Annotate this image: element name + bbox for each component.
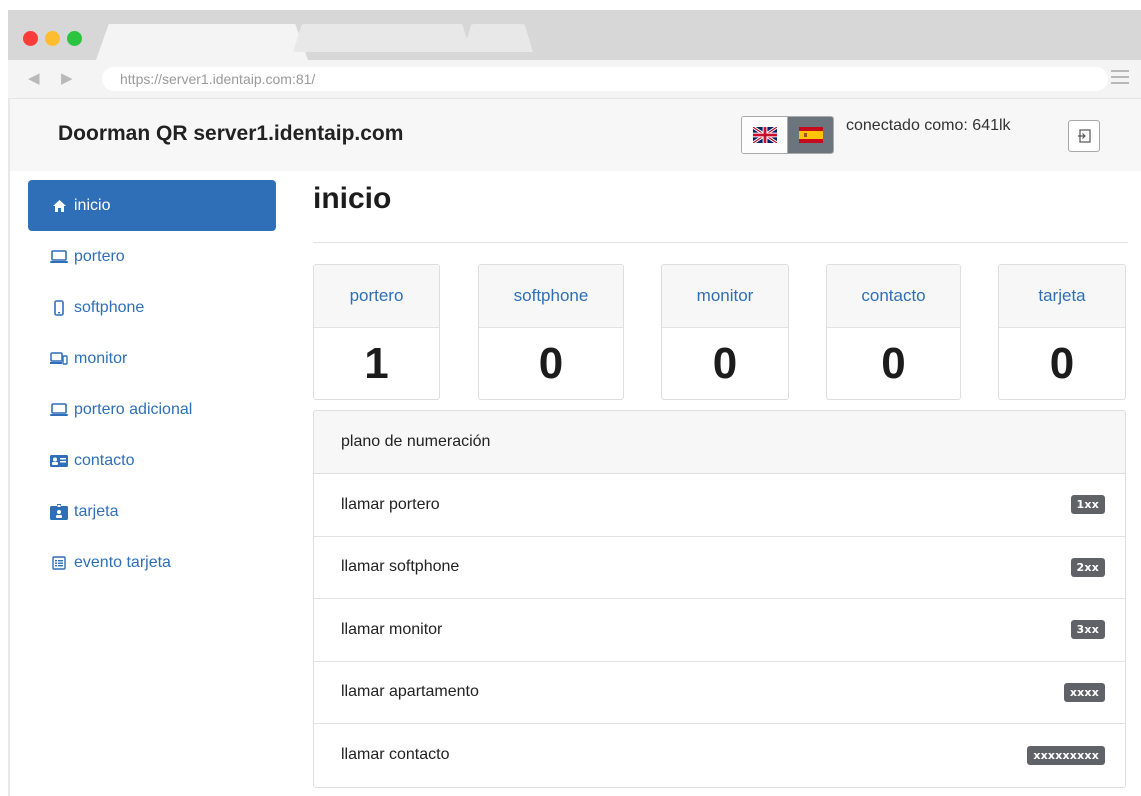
sidebar-item-label: portero adicional: [74, 400, 193, 418]
dialplan-code-badge: 3xx: [1070, 620, 1105, 640]
sidebar-item-tarjeta[interactable]: tarjeta: [28, 486, 276, 537]
dialplan-row-label: llamar apartamento: [341, 683, 479, 701]
browser-toolbar: ◀ ▶ https://server1.identaip.com:81/: [8, 60, 1141, 99]
dialplan-code-badge: xxxxxxxxx: [1027, 745, 1105, 765]
dialplan-code-badge: 1xx: [1070, 495, 1105, 515]
connected-user-label: conectado como: 641lk: [846, 117, 1011, 134]
stat-card-label: softphone: [479, 265, 623, 328]
list-icon: [50, 555, 68, 571]
sidebar-item-label: softphone: [74, 298, 145, 316]
app-header: Doorman QR server1.identaip.com conectad…: [10, 99, 1141, 171]
app-title: Doorman QR server1.identaip.com: [58, 122, 404, 145]
sidebar-item-label: evento tarjeta: [74, 553, 171, 571]
dialplan-row-label: llamar portero: [341, 495, 440, 513]
language-es-button[interactable]: [788, 117, 833, 153]
sidebar-item-label: inicio: [74, 196, 111, 214]
stat-card-value: 1: [364, 339, 389, 388]
dialplan-row: llamar apartamento xxxx: [314, 662, 1125, 724]
sidebar-item-portero[interactable]: portero: [28, 231, 276, 282]
dialplan-row-label: llamar monitor: [341, 620, 443, 638]
laptop-icon: [50, 249, 68, 265]
menu-icon[interactable]: [1111, 70, 1129, 88]
language-en-button[interactable]: [742, 117, 788, 153]
language-switcher: [741, 116, 834, 154]
browser-tab-active[interactable]: [96, 24, 308, 60]
sidebar-item-portero-adicional[interactable]: portero adicional: [28, 384, 276, 435]
sidebar-item-label: monitor: [74, 349, 128, 367]
sidebar-item-softphone[interactable]: softphone: [28, 282, 276, 333]
badge-icon: [50, 503, 68, 520]
monitor-icon: [50, 351, 68, 367]
dialplan-panel: plano de numeración llamar portero 1xx l…: [313, 410, 1126, 788]
stat-card-value: 0: [538, 339, 564, 388]
maximize-window-button[interactable]: [67, 31, 82, 46]
browser-tab[interactable]: [463, 24, 533, 52]
dialplan-row: llamar softphone 2xx: [314, 537, 1125, 599]
stat-card-label: portero: [314, 265, 439, 328]
laptop-icon: [50, 402, 68, 418]
dialplan-code-badge: xxxx: [1063, 682, 1105, 702]
tab-strip: [8, 10, 1141, 60]
stat-card-value: 0: [881, 339, 906, 388]
uk-flag-icon: [752, 127, 777, 143]
home-icon: [50, 198, 68, 214]
divider: [313, 242, 1128, 243]
logout-button[interactable]: [1068, 120, 1100, 152]
window-border: [8, 98, 10, 796]
browser-window: ◀ ▶ https://server1.identaip.com:81/ Doo…: [8, 10, 1141, 796]
sidebar-item-label: contacto: [74, 451, 135, 469]
stat-card-value: 0: [712, 339, 738, 388]
stat-card-label: tarjeta: [999, 265, 1125, 328]
sidebar-item-monitor[interactable]: monitor: [28, 333, 276, 384]
stat-card-portero[interactable]: portero 1: [313, 264, 440, 400]
forward-arrow-icon[interactable]: ▶: [61, 70, 73, 88]
dialplan-row: llamar monitor 3xx: [314, 599, 1125, 662]
browser-tab[interactable]: [293, 24, 471, 52]
dialplan-row: llamar portero 1xx: [314, 474, 1125, 537]
dialplan-row-label: llamar contacto: [341, 746, 450, 764]
back-arrow-icon[interactable]: ◀: [28, 70, 40, 88]
close-window-button[interactable]: [23, 31, 38, 46]
sidebar: inicio portero softphone monitor portero…: [28, 180, 276, 588]
spain-flag-icon: [798, 127, 823, 143]
dialplan-title: plano de numeración: [314, 411, 1125, 474]
dialplan-code-badge: 2xx: [1070, 557, 1105, 577]
sidebar-item-label: portero: [74, 247, 125, 265]
stat-card-label: contacto: [827, 265, 960, 328]
stat-card-softphone[interactable]: softphone 0: [478, 264, 624, 400]
stat-card-value: 0: [1049, 339, 1075, 388]
dialplan-row: llamar contacto xxxxxxxxx: [314, 724, 1125, 787]
minimize-window-button[interactable]: [45, 31, 60, 46]
sidebar-item-label: tarjeta: [74, 502, 119, 520]
sidebar-item-evento-tarjeta[interactable]: evento tarjeta: [28, 537, 276, 588]
address-bar[interactable]: https://server1.identaip.com:81/: [102, 67, 1108, 91]
stat-card-contacto[interactable]: contacto 0: [826, 264, 961, 400]
sidebar-item-inicio[interactable]: inicio: [28, 180, 276, 231]
sidebar-item-contacto[interactable]: contacto: [28, 435, 276, 486]
contact-card-icon: [50, 453, 68, 469]
stat-card-tarjeta[interactable]: tarjeta 0: [998, 264, 1126, 400]
phone-icon: [50, 299, 68, 316]
page-title: inicio: [313, 182, 392, 215]
stat-card-label: monitor: [662, 265, 788, 328]
logout-icon: [1078, 129, 1091, 143]
dialplan-row-label: llamar softphone: [341, 558, 460, 576]
stat-card-monitor[interactable]: monitor 0: [661, 264, 789, 400]
